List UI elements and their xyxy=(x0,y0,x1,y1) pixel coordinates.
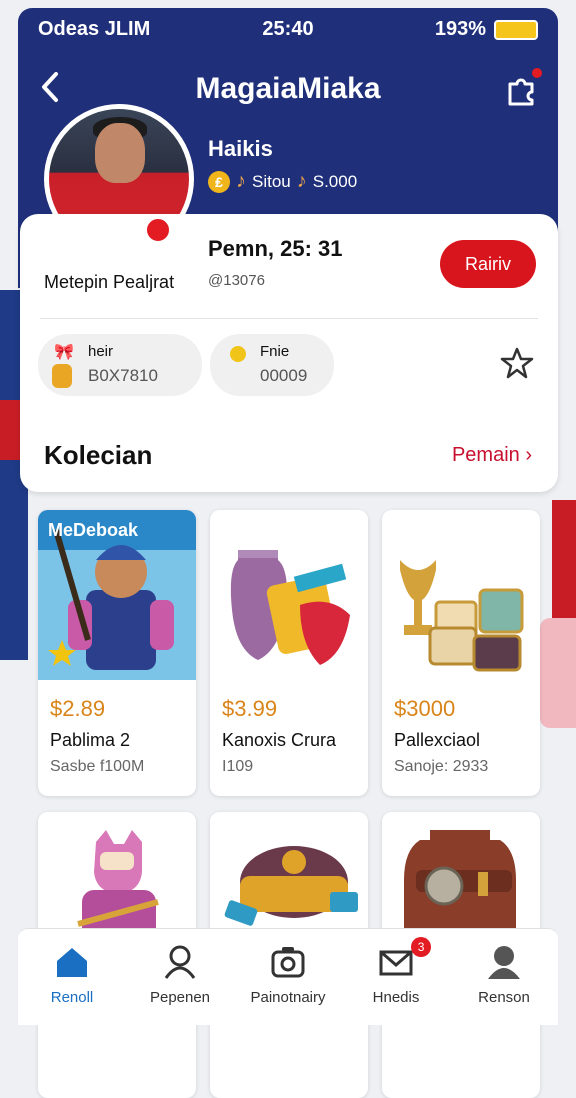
bottom-nav: Renoll Pepenen Painotnairy 3 Hnedis Rens… xyxy=(18,928,558,1025)
horn-icon: ♪ xyxy=(296,170,307,192)
home-icon xyxy=(57,948,87,977)
person-icon xyxy=(164,945,196,979)
nav-label: Renson xyxy=(478,989,530,1006)
points-sub: @13076 xyxy=(208,272,265,289)
product-name: Pablima 2 xyxy=(50,730,131,750)
horn-icon: ♪ xyxy=(236,170,246,192)
profile-stats: ₤ ♪ Sitou ♪ S.000 xyxy=(208,170,357,193)
product-name: Pallexciaol xyxy=(394,730,481,750)
profile-handle: Haikis xyxy=(208,136,273,161)
product-card[interactable]: $3.99 Kanoxis Crura I109 xyxy=(210,510,368,796)
nav-label: Renoll xyxy=(50,989,94,1006)
camera-icon xyxy=(271,947,305,978)
profile-card: Metepin Pealjrat Pemn, 25: 31 @13076 Rai… xyxy=(20,214,558,492)
nav-item-person[interactable]: Pepenen xyxy=(126,929,234,1025)
background-tab xyxy=(540,618,576,728)
stat-chip[interactable]: Fnie 00009 xyxy=(210,334,334,396)
star-icon[interactable] xyxy=(500,346,534,386)
battery-percent: 193% xyxy=(434,18,486,40)
status-right: 193% xyxy=(435,18,538,41)
bow-icon: 🎀 xyxy=(54,344,74,361)
bag-icon xyxy=(52,364,72,388)
nav-item-camera[interactable]: Painotnairy xyxy=(234,929,342,1025)
notification-badge: 3 xyxy=(411,937,432,957)
member-label: Metepin Pealjrat xyxy=(44,272,175,292)
nav-label: Pepenen xyxy=(149,989,211,1006)
coin-icon: ₤ xyxy=(208,170,230,193)
product-banner: MeDeboak xyxy=(48,520,139,540)
chip-value: B0X7810 xyxy=(88,366,158,385)
status-bar: Odeas JLIM 25:40 193% xyxy=(38,18,538,44)
product-card[interactable]: $3000 Pallexciaol Sanoje: 2933 xyxy=(382,510,540,796)
profile-icon xyxy=(488,946,520,979)
stat-value: S.000 xyxy=(312,171,358,191)
points-value: Pemn, 25: 31 xyxy=(208,236,343,261)
puzzle-icon[interactable] xyxy=(504,68,542,106)
product-price: $3000 xyxy=(394,696,456,721)
product-sub: Sasbe f100M xyxy=(50,758,145,775)
product-card[interactable]: MeDeboak $2.89 Pablima 2 Sasbe f100M xyxy=(38,510,196,796)
product-sub: Sanoje: 2933 xyxy=(394,758,489,775)
background-strip xyxy=(0,400,22,460)
stat-label: Sitou xyxy=(252,171,291,191)
divider xyxy=(40,318,538,319)
section-title: Kolecian xyxy=(44,440,153,470)
status-time: 25:40 xyxy=(262,18,314,40)
page-title: MagaiaMiaka xyxy=(195,72,381,105)
chip-label: heir xyxy=(88,343,114,360)
product-price: $2.89 xyxy=(50,696,106,721)
coin-icon xyxy=(230,346,246,362)
background-strip xyxy=(552,500,576,620)
product-image xyxy=(210,510,368,680)
chevron-right-icon: › xyxy=(525,444,532,466)
notification-dot xyxy=(532,68,542,78)
nav-item-profile[interactable]: Renson xyxy=(450,929,558,1025)
product-price: $3.99 xyxy=(222,696,278,721)
nav-item-mail[interactable]: 3 Hnedis xyxy=(342,929,450,1025)
nav-label: Hnedis xyxy=(372,989,420,1006)
carrier-label: Odeas JLIM xyxy=(38,18,151,40)
action-button[interactable]: Rairiv xyxy=(440,240,536,288)
see-more-link[interactable]: Pemain › xyxy=(452,444,532,467)
nav-label: Painotnairy xyxy=(250,989,326,1006)
product-sub: I109 xyxy=(222,758,254,775)
stat-chip[interactable]: 🎀 heir B0X7810 xyxy=(38,334,202,396)
see-more-label: Pemain xyxy=(451,444,520,466)
chip-label: Fnie xyxy=(260,343,290,360)
nav-item-home[interactable]: Renoll xyxy=(18,929,126,1025)
product-image xyxy=(382,510,540,680)
mail-icon xyxy=(379,950,413,976)
battery-icon xyxy=(494,19,538,40)
avatar-badge xyxy=(142,214,174,246)
product-name: Kanoxis Crura xyxy=(222,730,337,750)
chip-value: 00009 xyxy=(260,366,308,385)
